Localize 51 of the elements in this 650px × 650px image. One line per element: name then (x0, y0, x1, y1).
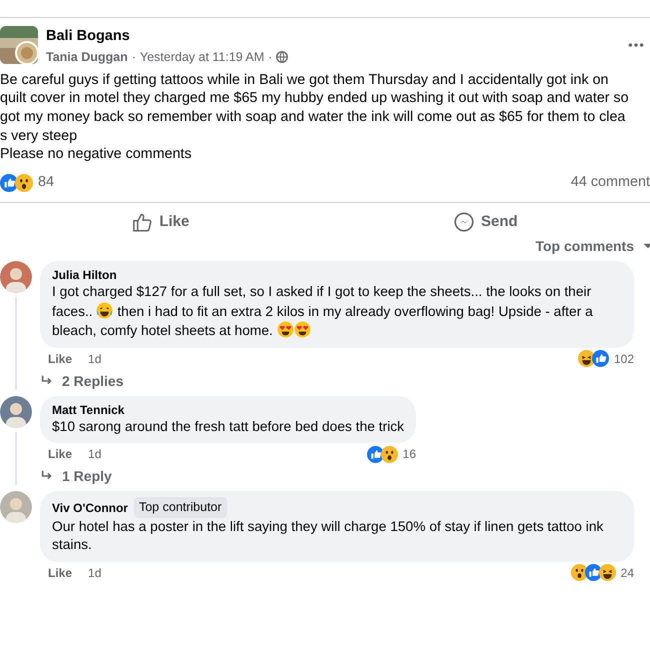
reaction-count[interactable]: 84 (38, 172, 54, 194)
replies-link[interactable]: 2 Replies (40, 372, 124, 390)
comment-age: 1d (88, 446, 102, 464)
commenter-name[interactable]: Matt Tennick (52, 402, 124, 418)
like-reaction-icon (584, 564, 602, 582)
contributor-badge: Top contributor (134, 497, 227, 518)
send-button[interactable]: Send (444, 206, 528, 238)
comment-text: Our hotel has a poster in the lift saying they will charge 150% of stay if linen gets tattoo ink stains. (52, 518, 604, 554)
like-reaction-icon (366, 446, 384, 463)
commenter-name[interactable]: Viv O'Connor (52, 500, 128, 516)
post-text-line: quilt cover in motel they charged me $65 my hubby ended up washing it out with soap and water so (0, 89, 630, 108)
comment-age: 1d (88, 350, 102, 368)
post-text-line: Be careful guys if getting tattoos while in Bali we got them Thursday and I accidentally got ink on (0, 70, 610, 90)
heart-eyes-emoji-icon (276, 321, 294, 338)
post-text-line: Please no negative comments (0, 145, 193, 164)
comment-text: I got charged $127 for a full set, so I asked if I got to keep the sheets... the looks on their faces.. then i had to fit an extra 2 kilos in my already overflowing bag! Upside - after a bleach, comfy hotel sheets at home. (52, 283, 594, 340)
reaction-count[interactable]: 24 (620, 564, 634, 582)
heart-eyes-emoji-icon (294, 321, 311, 338)
reaction-count[interactable]: 102 (614, 350, 634, 368)
tears-of-joy-emoji-icon (96, 302, 114, 319)
post-text-line: s very steep (0, 126, 78, 146)
group-avatar[interactable] (0, 26, 38, 64)
wow-reaction-icon (15, 174, 33, 192)
avatar[interactable] (0, 491, 32, 524)
post-time[interactable]: Yesterday at 11:19 AM (140, 48, 264, 66)
author-name[interactable]: Tania Duggan (46, 48, 128, 66)
thumbs-up-icon (132, 212, 152, 232)
comment-like-link[interactable]: Like (48, 350, 72, 368)
avatar[interactable] (0, 261, 32, 294)
comment-like-link[interactable]: Like (48, 445, 72, 464)
comment-like-link[interactable]: Like (48, 564, 72, 582)
messenger-icon (454, 212, 474, 232)
wow-reaction-icon (570, 564, 588, 582)
reaction-count[interactable]: 16 (402, 445, 416, 464)
comment-age: 1d (88, 564, 102, 582)
sort-dropdown[interactable]: Top comments (535, 237, 650, 256)
avatar[interactable] (0, 396, 32, 428)
laughing-reaction-icon (578, 350, 595, 368)
like-button[interactable]: Like (122, 206, 200, 238)
comment-text: $10 sarong around the fresh tatt before bed does the trick (52, 418, 404, 436)
replies-link[interactable]: 1 Reply (40, 467, 112, 486)
comments-count[interactable]: 44 comment (570, 172, 650, 194)
commenter-name[interactable]: Julia Hilton (52, 267, 117, 284)
group-name[interactable]: Bali Bogans (46, 26, 619, 48)
globe-icon (276, 51, 288, 64)
meta-separator: · (268, 48, 272, 66)
meta-separator: · (132, 48, 136, 66)
like-reaction-icon (592, 350, 609, 368)
wow-reaction-icon (380, 446, 398, 463)
post-text-line: got my money back so remember with soap and water the ink will come out as $65 for them to clea (0, 108, 626, 127)
laughing-reaction-icon (598, 564, 616, 582)
